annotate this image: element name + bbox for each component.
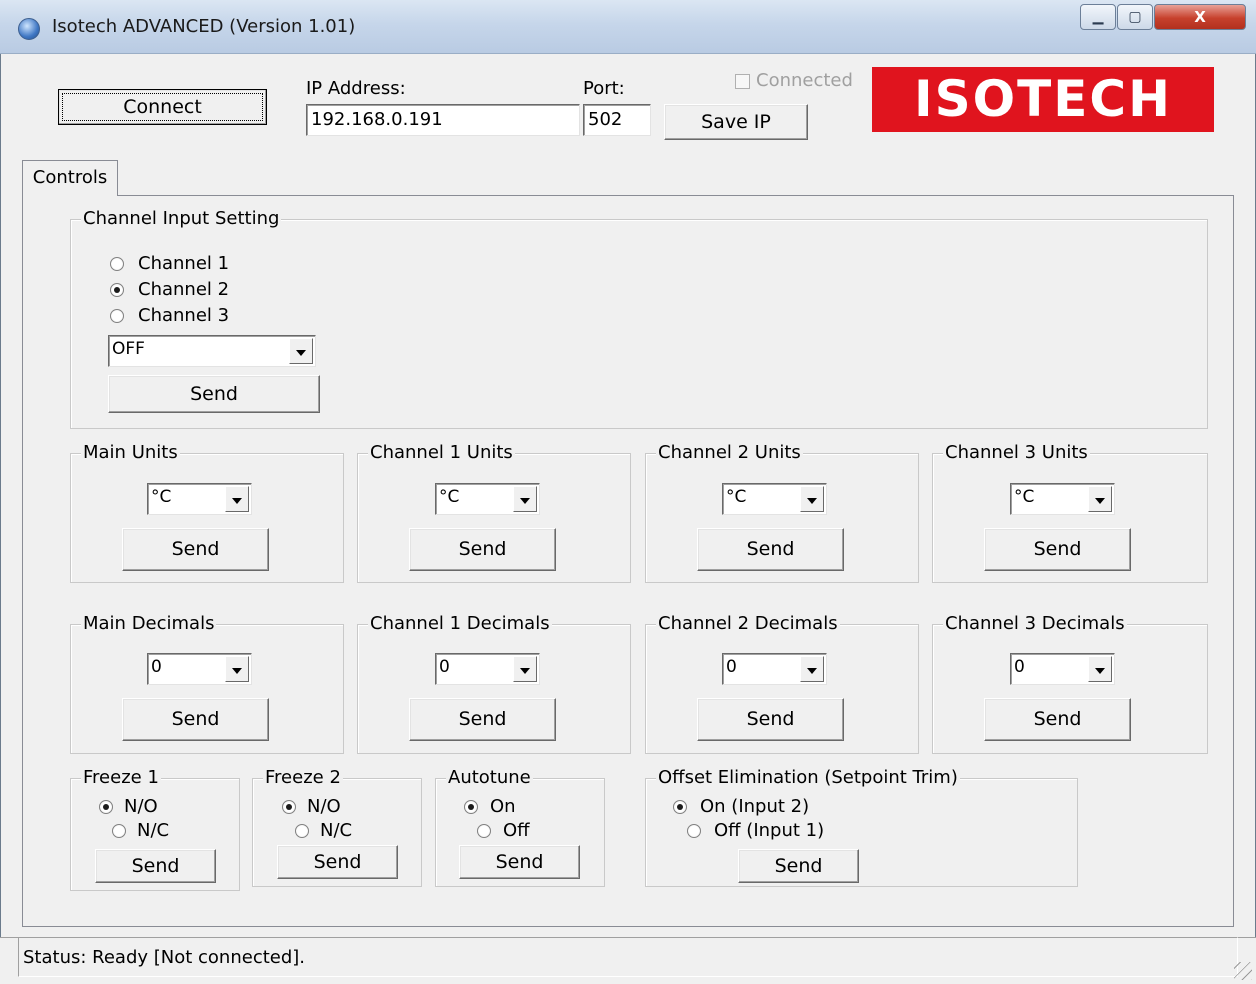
maximize-button[interactable]: ▢ <box>1117 4 1153 30</box>
tab-controls[interactable]: Controls <box>22 160 118 196</box>
main-units-select[interactable]: °C <box>147 483 252 515</box>
channel-3-decimals-title: Channel 3 Decimals <box>943 613 1127 634</box>
channel-3-decimals-send-button[interactable]: Send <box>984 698 1131 741</box>
ip-address-label: IP Address: <box>306 78 406 99</box>
channel-1-decimals-select[interactable]: 0 <box>435 653 540 685</box>
chevron-down-icon[interactable] <box>800 656 824 682</box>
status-text: Status: Ready [Not connected]. <box>18 937 1238 977</box>
port-label: Port: <box>583 78 625 99</box>
ip-address-input[interactable]: 192.168.0.191 <box>306 104 580 136</box>
channel-3-radio[interactable] <box>110 309 124 323</box>
connected-label: Connected <box>756 70 853 91</box>
freeze-1-nc-radio[interactable] <box>112 824 126 838</box>
offset-send-button[interactable]: Send <box>738 849 859 883</box>
freeze-2-no-radio[interactable] <box>282 800 296 814</box>
channel-2-decimals-send-button[interactable]: Send <box>697 698 844 741</box>
channel-2-units-select[interactable]: °C <box>722 483 827 515</box>
channel-2-decimals-title: Channel 2 Decimals <box>656 613 840 634</box>
freeze-1-nc-label: N/C <box>137 820 170 841</box>
channel-1-decimals-value: 0 <box>439 657 450 677</box>
autotune-on-radio[interactable] <box>464 800 478 814</box>
channel-3-units-send-button[interactable]: Send <box>984 528 1131 571</box>
channel-1-units-title: Channel 1 Units <box>368 442 515 463</box>
channel-1-radio[interactable] <box>110 257 124 271</box>
main-units-value: °C <box>151 487 172 507</box>
chevron-down-icon[interactable] <box>1088 656 1112 682</box>
freeze-1-no-label: N/O <box>124 796 158 817</box>
channel-3-decimals-select[interactable]: 0 <box>1010 653 1115 685</box>
channel-2-units-send-button[interactable]: Send <box>697 528 844 571</box>
connected-checkbox <box>735 74 750 89</box>
autotune-off-label: Off <box>503 820 530 841</box>
chevron-down-icon[interactable] <box>225 656 249 682</box>
channel-1-decimals-title: Channel 1 Decimals <box>368 613 552 634</box>
freeze-2-send-button[interactable]: Send <box>277 845 398 879</box>
close-button[interactable]: X <box>1154 4 1246 30</box>
offset-on-label: On (Input 2) <box>700 796 810 817</box>
autotune-off-radio[interactable] <box>477 824 491 838</box>
channel-2-decimals-value: 0 <box>726 657 737 677</box>
freeze-1-no-radio[interactable] <box>99 800 113 814</box>
autotune-on-label: On <box>490 796 516 817</box>
chevron-down-icon[interactable] <box>1088 486 1112 512</box>
freeze-1-send-button[interactable]: Send <box>95 849 216 883</box>
channel-2-decimals-select[interactable]: 0 <box>722 653 827 685</box>
offset-elimination-group: Offset Elimination (Setpoint Trim) <box>645 768 1078 887</box>
channel-3-label: Channel 3 <box>138 305 230 326</box>
channel-3-decimals-value: 0 <box>1014 657 1025 677</box>
port-input[interactable]: 502 <box>583 104 651 136</box>
autotune-title: Autotune <box>446 767 533 788</box>
offset-off-label: Off (Input 1) <box>714 820 825 841</box>
channel-input-select-value: OFF <box>112 339 145 359</box>
main-decimals-title: Main Decimals <box>81 613 217 634</box>
main-decimals-value: 0 <box>151 657 162 677</box>
chevron-down-icon[interactable] <box>513 656 537 682</box>
channel-3-units-value: °C <box>1014 487 1035 507</box>
autotune-send-button[interactable]: Send <box>459 845 580 879</box>
main-decimals-send-button[interactable]: Send <box>122 698 269 741</box>
channel-input-title: Channel Input Setting <box>81 208 282 229</box>
offset-elimination-title: Offset Elimination (Setpoint Trim) <box>656 767 960 788</box>
channel-2-units-title: Channel 2 Units <box>656 442 803 463</box>
channel-1-decimals-send-button[interactable]: Send <box>409 698 556 741</box>
main-units-title: Main Units <box>81 442 180 463</box>
chevron-down-icon[interactable] <box>513 486 537 512</box>
freeze-2-no-label: N/O <box>307 796 341 817</box>
channel-1-units-select[interactable]: °C <box>435 483 540 515</box>
save-ip-button[interactable]: Save IP <box>664 104 808 140</box>
window-title: Isotech ADVANCED (Version 1.01) <box>52 16 356 37</box>
channel-1-label: Channel 1 <box>138 253 230 274</box>
channel-2-units-value: °C <box>726 487 747 507</box>
chevron-down-icon[interactable] <box>800 486 824 512</box>
app-globe-icon <box>18 18 40 40</box>
main-units-send-button[interactable]: Send <box>122 528 269 571</box>
channel-2-label: Channel 2 <box>138 279 230 300</box>
freeze-2-nc-label: N/C <box>320 820 353 841</box>
isotech-logo: ISOTECH <box>872 67 1214 132</box>
resize-grip-icon[interactable] <box>1234 962 1252 980</box>
channel-1-units-value: °C <box>439 487 460 507</box>
channel-input-select[interactable]: OFF <box>108 335 316 367</box>
connect-button[interactable]: Connect <box>58 89 267 125</box>
channel-input-send-button[interactable]: Send <box>108 375 320 413</box>
offset-on-radio[interactable] <box>673 800 687 814</box>
channel-2-radio[interactable] <box>110 283 124 297</box>
freeze-2-nc-radio[interactable] <box>295 824 309 838</box>
channel-3-units-title: Channel 3 Units <box>943 442 1090 463</box>
chevron-down-icon[interactable] <box>289 338 313 364</box>
offset-off-radio[interactable] <box>687 824 701 838</box>
chevron-down-icon[interactable] <box>225 486 249 512</box>
channel-1-units-send-button[interactable]: Send <box>409 528 556 571</box>
channel-3-units-select[interactable]: °C <box>1010 483 1115 515</box>
minimize-button[interactable]: ▁ <box>1080 4 1116 30</box>
freeze-1-title: Freeze 1 <box>81 767 161 788</box>
main-decimals-select[interactable]: 0 <box>147 653 252 685</box>
freeze-2-title: Freeze 2 <box>263 767 343 788</box>
